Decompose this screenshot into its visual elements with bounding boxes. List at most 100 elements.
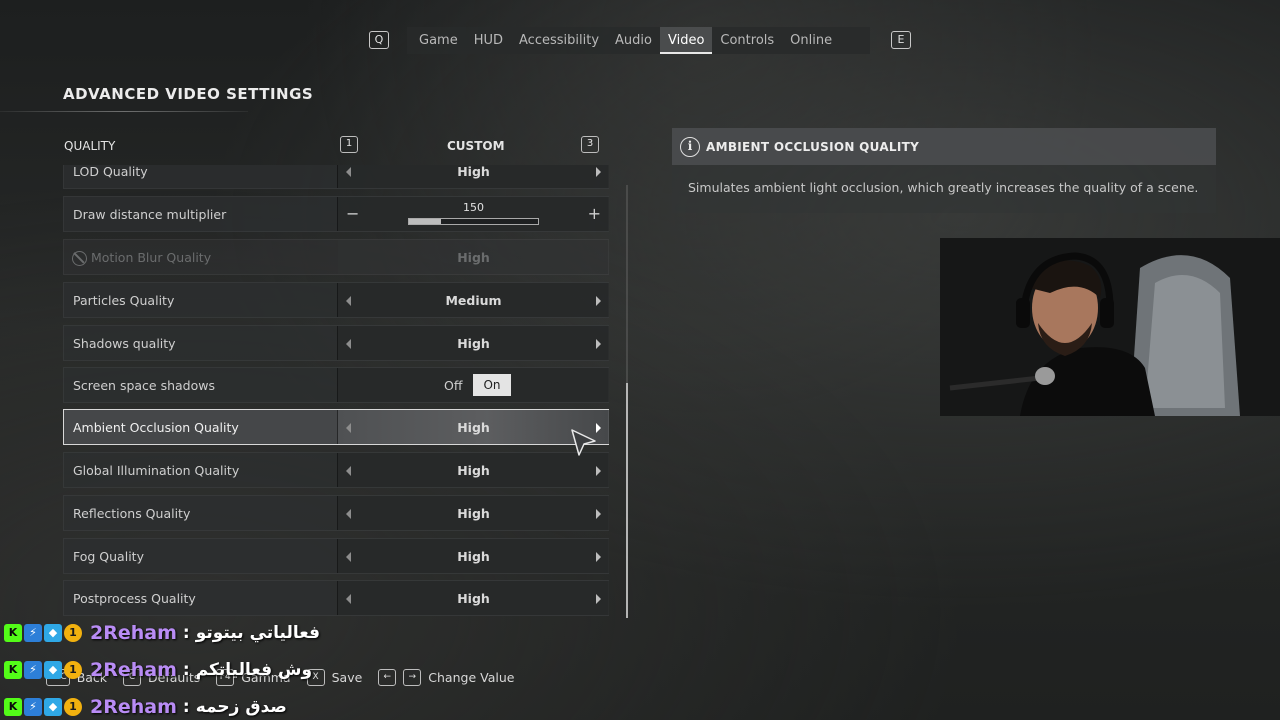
setting-row-shadows[interactable]: Shadows quality High: [63, 325, 609, 361]
setting-label: LOD Quality: [73, 165, 148, 179]
chat-message: K ⚡ ◆ 1 2Reham : صدق زحمه: [4, 688, 404, 720]
setting-label: Global Illumination Quality: [73, 463, 240, 478]
quality-preset-selector[interactable]: QUALITY 1 CUSTOM 3: [64, 135, 608, 157]
setting-value: High: [457, 420, 490, 435]
hint-label: Change Value: [428, 669, 515, 685]
draw-distance-slider[interactable]: [408, 218, 539, 225]
setting-info-panel: i AMBIENT OCCLUSION QUALITY Simulates am…: [672, 128, 1216, 213]
quality-prev-key[interactable]: 1: [340, 136, 358, 153]
setting-label: Particles Quality: [73, 293, 175, 308]
page-title: ADVANCED VIDEO SETTINGS: [63, 85, 314, 103]
setting-value: High: [457, 549, 490, 564]
setting-selector: High: [338, 496, 609, 530]
setting-value: High: [457, 250, 490, 265]
setting-row-screen-space-shadows[interactable]: Screen space shadows Off On: [63, 367, 609, 403]
setting-row-ambient-occlusion[interactable]: Ambient Occlusion Quality High: [63, 409, 609, 445]
chat-username: 2Reham: [90, 658, 177, 681]
sub-badge-icon: ⚡: [24, 660, 42, 679]
cube-badge-icon: ◆: [44, 660, 62, 679]
setting-selector: High: [338, 453, 609, 487]
settings-list: LOD Quality High Draw distance multiplie…: [63, 165, 609, 620]
arrow-right-icon[interactable]: [596, 466, 601, 476]
setting-label: Fog Quality: [73, 549, 144, 564]
tab-online[interactable]: Online: [782, 27, 840, 54]
key-right-arrow: →: [403, 668, 422, 686]
chat-text: وش فعالياتكم: [195, 659, 313, 680]
next-tab-key[interactable]: E: [891, 31, 911, 49]
chat-separator: :: [182, 622, 190, 643]
settings-tabs: Game HUD Accessibility Audio Video Contr…: [407, 27, 870, 54]
sub-badge-icon: ⚡: [24, 623, 42, 642]
setting-row-reflections[interactable]: Reflections Quality High: [63, 495, 609, 531]
chat-text: صدق زحمه: [195, 696, 287, 717]
setting-value: High: [457, 591, 490, 606]
setting-selector: High: [338, 581, 609, 615]
arrow-right-icon[interactable]: [596, 167, 601, 177]
setting-row-postprocess[interactable]: Postprocess Quality High: [63, 580, 609, 616]
tab-accessibility[interactable]: Accessibility: [511, 27, 607, 54]
tab-audio[interactable]: Audio: [607, 27, 660, 54]
level-badge-icon: 1: [64, 697, 82, 716]
chat-separator: :: [182, 659, 190, 680]
arrow-right-icon[interactable]: [596, 509, 601, 519]
setting-row-motion-blur: Motion Blur Quality High: [63, 239, 609, 275]
setting-label: Draw distance multiplier: [73, 207, 227, 222]
webcam-overlay: [940, 238, 1280, 416]
cube-badge-icon: ◆: [44, 623, 62, 642]
slider-fill: [409, 219, 442, 224]
mouse-cursor-icon: [571, 429, 596, 456]
stream-chat-overlay: K ⚡ ◆ 1 2Reham : فعالياتي بيتوتو K ⚡ ◆ 1…: [4, 614, 404, 720]
info-icon: i: [680, 137, 700, 157]
setting-row-global-illumination[interactable]: Global Illumination Quality High: [63, 452, 609, 488]
arrow-right-icon[interactable]: [596, 594, 601, 604]
arrow-right-icon[interactable]: [596, 296, 601, 306]
setting-selector: High: [338, 165, 609, 188]
setting-label: Ambient Occlusion Quality: [73, 420, 239, 435]
arrow-right-icon[interactable]: [596, 339, 601, 349]
quality-next-key[interactable]: 3: [581, 136, 599, 153]
tab-game[interactable]: Game: [411, 27, 466, 54]
info-header: i AMBIENT OCCLUSION QUALITY: [672, 128, 1216, 165]
setting-value: High: [457, 165, 490, 179]
level-badge-icon: 1: [64, 660, 82, 679]
sub-badge-icon: ⚡: [24, 697, 42, 716]
prev-tab-key[interactable]: Q: [369, 31, 389, 49]
quality-preset-value: CUSTOM: [447, 139, 505, 153]
title-divider: [0, 111, 248, 112]
slider-value: 150: [463, 201, 484, 214]
scrollbar-thumb[interactable]: [626, 383, 628, 618]
setting-label: Postprocess Quality: [73, 591, 196, 606]
chat-username: 2Reham: [90, 621, 177, 644]
kick-badge-icon: K: [4, 623, 22, 642]
setting-selector: Medium: [338, 283, 609, 317]
setting-label: Motion Blur Quality: [91, 250, 212, 265]
setting-selector: High: [338, 326, 609, 360]
setting-label: Reflections Quality: [73, 506, 191, 521]
toggle-on-option[interactable]: On: [473, 374, 511, 396]
level-badge-icon: 1: [64, 623, 82, 642]
setting-row-draw-distance[interactable]: Draw distance multiplier − 150 +: [63, 196, 609, 232]
plus-icon[interactable]: +: [588, 204, 601, 223]
setting-selector: High: [338, 240, 609, 274]
chat-message: K ⚡ ◆ 1 2Reham : وش فعالياتكم: [4, 651, 404, 688]
cube-badge-icon: ◆: [44, 697, 62, 716]
tab-hud[interactable]: HUD: [466, 27, 511, 54]
setting-value: High: [457, 336, 490, 351]
chat-username: 2Reham: [90, 695, 177, 718]
setting-label: Shadows quality: [73, 336, 176, 351]
streamer-silhouette: [940, 238, 1280, 416]
setting-row-particles[interactable]: Particles Quality Medium: [63, 282, 609, 318]
setting-row-lod-quality[interactable]: LOD Quality High: [63, 165, 609, 189]
kick-badge-icon: K: [4, 660, 22, 679]
setting-selector: High: [338, 410, 609, 444]
kick-badge-icon: K: [4, 697, 22, 716]
chat-text: فعالياتي بيتوتو: [195, 622, 320, 643]
setting-value: High: [457, 463, 490, 478]
tab-video[interactable]: Video: [659, 27, 713, 54]
setting-row-fog[interactable]: Fog Quality High: [63, 538, 609, 574]
setting-value: Medium: [445, 293, 502, 308]
tab-controls[interactable]: Controls: [712, 27, 782, 54]
arrow-right-icon[interactable]: [596, 552, 601, 562]
toggle-off-option[interactable]: Off: [444, 378, 462, 393]
info-description: Simulates ambient light occlusion, which…: [688, 180, 1199, 195]
